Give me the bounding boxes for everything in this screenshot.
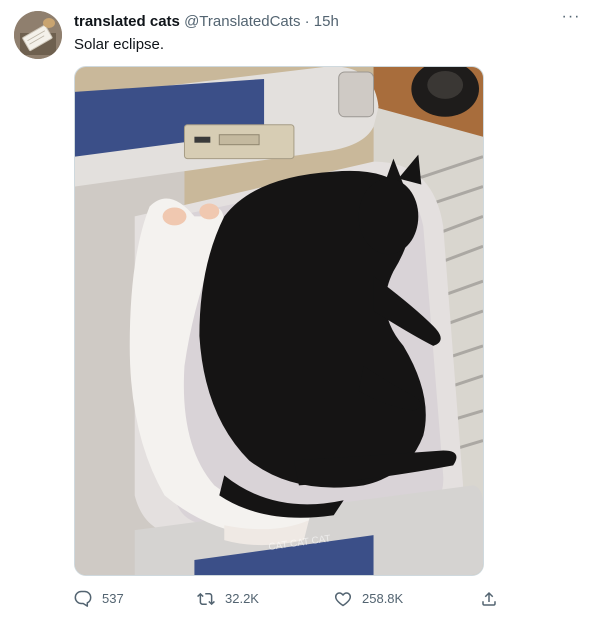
reply-icon <box>74 590 92 607</box>
heart-icon <box>334 592 352 607</box>
author-name[interactable]: translated cats <box>74 13 180 30</box>
tweet-photo[interactable]: CAT CAT CAT <box>74 66 484 576</box>
tweet-header: translated cats @TranslatedCats · 15h <box>74 13 339 31</box>
tweet-text: Solar eclipse. <box>74 36 165 53</box>
retweet-count: 32.2K <box>225 591 259 606</box>
reply-button[interactable]: 537 <box>74 588 124 610</box>
like-button[interactable]: 258.8K <box>334 588 403 610</box>
like-count: 258.8K <box>362 591 404 606</box>
more-icon[interactable]: ··· <box>560 9 582 28</box>
separator-dot: · <box>304 13 310 30</box>
avatar[interactable] <box>14 11 62 59</box>
share-icon <box>482 591 496 606</box>
avatar-image <box>14 11 62 59</box>
retweet-button[interactable]: 32.2K <box>197 588 259 610</box>
timestamp[interactable]: 15h <box>314 13 339 30</box>
action-bar: 537 32.2K 258.8K <box>74 588 500 610</box>
photo-cat-on-chair: CAT CAT CAT <box>75 67 483 575</box>
share-button[interactable] <box>480 588 498 610</box>
reply-count: 537 <box>102 591 124 606</box>
retweet-icon <box>197 592 215 606</box>
author-handle[interactable]: @TranslatedCats <box>184 13 300 30</box>
tweet-card[interactable]: translated cats @TranslatedCats · 15h ··… <box>0 0 594 619</box>
